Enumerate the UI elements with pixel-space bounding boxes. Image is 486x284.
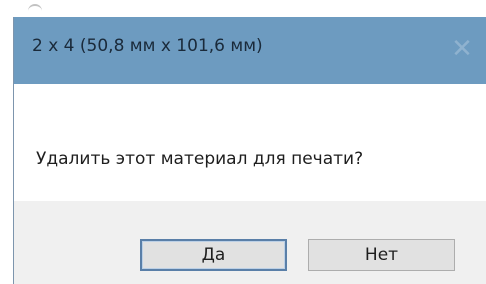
yes-button[interactable]: Да [140, 239, 287, 271]
close-icon[interactable]: ✕ [444, 31, 480, 67]
dialog-title: 2 x 4 (50,8 мм x 101,6 мм) [32, 36, 263, 56]
dialog-message: Удалить этот материал для печати? [36, 149, 364, 169]
background-window-strip [0, 0, 486, 17]
confirm-dialog: 2 x 4 (50,8 мм x 101,6 мм) ✕ Удалить это… [13, 17, 486, 284]
dialog-button-bar: Да Нет [14, 201, 486, 284]
dialog-titlebar[interactable]: 2 x 4 (50,8 мм x 101,6 мм) ✕ [14, 17, 486, 84]
screen: 2 x 4 (50,8 мм x 101,6 мм) ✕ Удалить это… [0, 0, 486, 284]
no-button[interactable]: Нет [308, 239, 455, 271]
background-partial-icon [28, 4, 42, 14]
